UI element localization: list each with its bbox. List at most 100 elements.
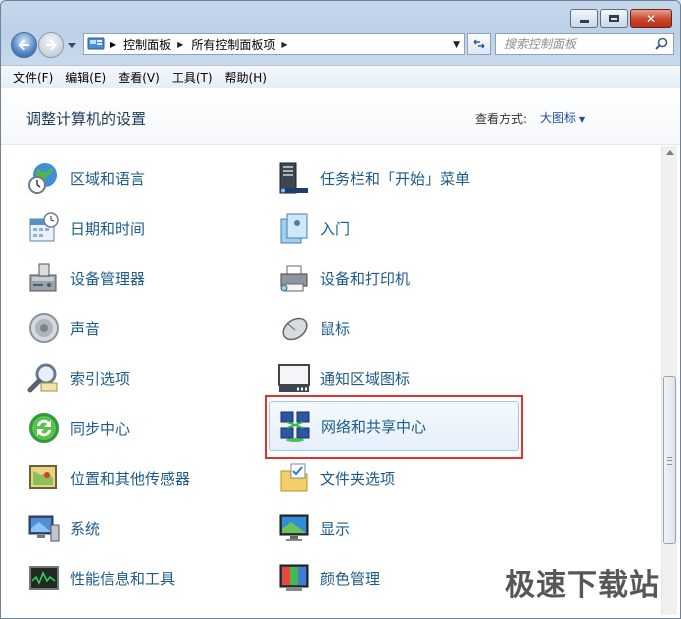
getting-started-icon: [276, 210, 312, 246]
cp-item-label: 通知区域图标: [320, 369, 411, 388]
magnifier-icon: [26, 360, 62, 396]
cp-item-label: 索引选项: [70, 369, 131, 388]
refresh-icon: [473, 39, 485, 49]
cp-item-label: 颜色管理: [320, 569, 381, 588]
cp-item-label: 入门: [320, 219, 351, 238]
calendar-clock-icon: [26, 210, 62, 246]
menu-edit[interactable]: 编辑(E): [59, 69, 112, 86]
search-input[interactable]: 搜索控制面板: [495, 33, 674, 55]
cp-item-device-manager[interactable]: 设备管理器: [26, 258, 145, 298]
cp-item-date-time[interactable]: 日期和时间: [26, 208, 145, 248]
view-by-label: 查看方式:: [475, 112, 528, 126]
system-computer-icon: [26, 510, 62, 546]
breadcrumb: ▶ 控制面板 ▶ 所有控制面板项 ▶: [105, 36, 296, 53]
cp-item-label: 设备和打印机: [320, 269, 411, 288]
minimize-icon: [579, 20, 589, 23]
cp-item-mouse[interactable]: 鼠标: [276, 308, 350, 348]
cp-item-label: 文件夹选项: [320, 469, 396, 488]
cp-item-label: 日期和时间: [70, 219, 146, 238]
sync-icon: [26, 410, 62, 446]
cp-item-system[interactable]: 系统: [26, 508, 100, 548]
chevron-down-icon: ▼: [579, 115, 586, 124]
refresh-button[interactable]: [467, 33, 491, 55]
cp-item-network-sharing-center[interactable]: 网络和共享中心: [269, 401, 519, 451]
cp-item-label: 鼠标: [320, 319, 351, 338]
cp-item-notification-icons[interactable]: 通知区域图标: [276, 358, 410, 398]
scrollbar-thumb[interactable]: [663, 376, 676, 544]
address-dropdown-icon[interactable]: ▼: [453, 40, 460, 50]
cp-item-devices-printers[interactable]: 设备和打印机: [276, 258, 410, 298]
view-by-value: 大图标: [540, 111, 577, 125]
cp-item-color-management[interactable]: 颜色管理: [276, 558, 380, 598]
speaker-icon: [26, 310, 62, 346]
globe-clock-icon: [26, 160, 62, 196]
maximize-icon: [609, 15, 619, 22]
forward-button[interactable]: [38, 32, 64, 58]
display-icon: [276, 510, 312, 546]
scroll-up-icon[interactable]: [666, 150, 674, 155]
cp-item-label: 声音: [70, 319, 101, 338]
close-icon: ✕: [645, 11, 657, 26]
cp-item-getting-started[interactable]: 入门: [276, 208, 350, 248]
back-button[interactable]: [11, 32, 37, 58]
menu-help[interactable]: 帮助(H): [219, 69, 273, 86]
cp-item-label: 位置和其他传感器: [70, 469, 191, 488]
breadcrumb-separator-icon[interactable]: ▶: [177, 40, 183, 49]
menu-tools[interactable]: 工具(T): [166, 69, 219, 86]
notification-area-icon: [276, 360, 312, 396]
content-pane: 调整计算机的设置 查看方式: 大图标 ▼ 区域和语言 日期和时间 设备管理器 声…: [1, 88, 680, 618]
watermark-text: 极速下载站: [505, 568, 660, 603]
content-header: 调整计算机的设置 查看方式: 大图标 ▼: [1, 88, 680, 145]
maximize-button[interactable]: [600, 9, 628, 28]
cp-item-region-language[interactable]: 区域和语言: [26, 158, 145, 198]
menu-file[interactable]: 文件(F): [7, 69, 59, 86]
mouse-icon: [276, 310, 312, 346]
cp-item-label: 网络和共享中心: [321, 417, 427, 436]
cp-item-label: 性能信息和工具: [70, 569, 176, 588]
breadcrumb-separator-icon[interactable]: ▶: [110, 40, 116, 49]
cp-item-performance[interactable]: 性能信息和工具: [26, 558, 175, 598]
recent-pages-dropdown-icon[interactable]: [67, 40, 77, 50]
taskbar-icon: [276, 160, 312, 196]
color-management-icon: [276, 560, 312, 596]
performance-chart-icon: [26, 560, 62, 596]
close-button[interactable]: ✕: [630, 9, 672, 28]
window-controls: ✕: [570, 9, 672, 28]
view-by-dropdown[interactable]: 大图标 ▼: [540, 109, 585, 126]
cp-item-sound[interactable]: 声音: [26, 308, 100, 348]
control-panel-icon: [87, 37, 105, 50]
page-title: 调整计算机的设置: [26, 110, 147, 128]
address-bar[interactable]: ▶ 控制面板 ▶ 所有控制面板项 ▶ ▼: [83, 33, 465, 55]
cp-item-label: 设备管理器: [70, 269, 146, 288]
back-arrow-icon: [18, 39, 29, 51]
cp-item-label: 同步中心: [70, 419, 131, 438]
menu-view[interactable]: 查看(V): [112, 69, 166, 86]
network-icon: [277, 408, 313, 444]
navigation-bar: ▶ 控制面板 ▶ 所有控制面板项 ▶ ▼ 搜索控制面板: [9, 32, 674, 58]
cp-item-location-sensors[interactable]: 位置和其他传感器: [26, 458, 190, 498]
cp-item-sync-center[interactable]: 同步中心: [26, 408, 130, 448]
location-sensor-icon: [26, 460, 62, 496]
cp-item-label: 显示: [320, 519, 351, 538]
breadcrumb-all-items[interactable]: 所有控制面板项: [191, 36, 275, 53]
device-manager-icon: [26, 260, 62, 296]
cp-item-indexing-options[interactable]: 索引选项: [26, 358, 130, 398]
folder-options-icon: [276, 460, 312, 496]
search-placeholder: 搜索控制面板: [504, 37, 577, 51]
printer-icon: [276, 260, 312, 296]
cp-item-display[interactable]: 显示: [276, 508, 350, 548]
breadcrumb-separator-icon[interactable]: ▶: [281, 40, 287, 49]
cp-item-label: 任务栏和「开始」菜单: [320, 169, 471, 188]
breadcrumb-control-panel[interactable]: 控制面板: [123, 36, 171, 53]
minimize-button[interactable]: [570, 9, 598, 28]
menu-bar: 文件(F) 编辑(E) 查看(V) 工具(T) 帮助(H): [1, 65, 680, 89]
grip-icon: [667, 457, 672, 465]
control-panel-window: ✕ ▶ 控制面板 ▶ 所有控制面板项 ▶ ▼ 搜索控制面板 文件(F) 编辑(E…: [0, 0, 681, 619]
vertical-scrollbar[interactable]: [661, 146, 677, 615]
cp-item-label: 区域和语言: [70, 169, 146, 188]
cp-item-taskbar-start-menu[interactable]: 任务栏和「开始」菜单: [276, 158, 470, 198]
search-icon[interactable]: [655, 37, 668, 50]
cp-item-label: 系统: [70, 519, 101, 538]
forward-arrow-icon: [46, 39, 57, 51]
cp-item-folder-options[interactable]: 文件夹选项: [276, 458, 395, 498]
